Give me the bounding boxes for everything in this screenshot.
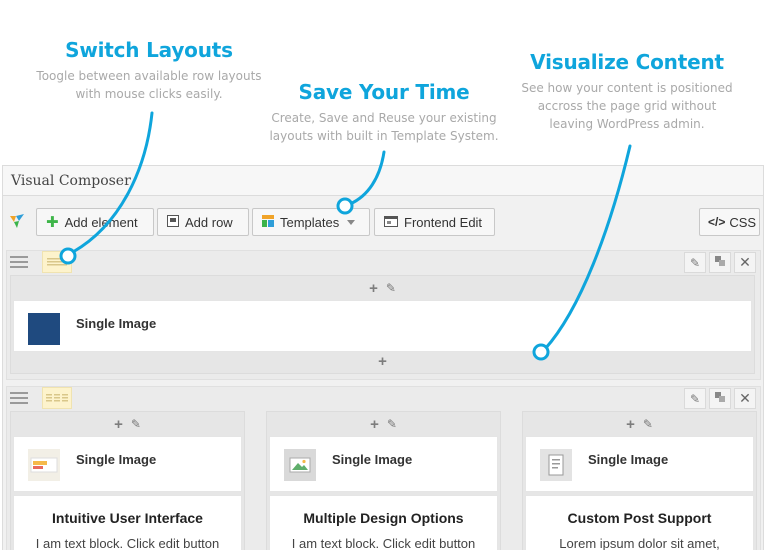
drag-handle-icon[interactable] [10, 392, 28, 406]
image-thumbnail [540, 449, 572, 481]
vc-logo-icon [10, 214, 24, 228]
callout-description: Create, Save and Reuse your existing lay… [262, 109, 506, 145]
row-controls-left [7, 387, 77, 411]
templates-button[interactable]: Templates [252, 208, 370, 236]
callout-line: layouts with built in Template System. [269, 129, 499, 143]
add-row-label: Add row [185, 214, 233, 230]
close-icon: ✕ [739, 390, 751, 406]
plus-icon[interactable]: + [626, 417, 635, 432]
content-row: ✎ ✕ + ✎ Single Image Intuitive User Inte… [6, 386, 761, 550]
clone-row-button[interactable] [709, 252, 731, 273]
plus-icon[interactable]: + [114, 417, 123, 432]
plus-icon[interactable]: + [370, 417, 379, 432]
image-thumbnail [28, 449, 60, 481]
row-layout-icon[interactable] [42, 251, 72, 273]
frontend-edit-label: Frontend Edit [404, 214, 483, 230]
column-controls: + ✎ [523, 412, 756, 436]
text-block-body: I am text block. Click edit button [35, 536, 220, 550]
image-thumbnail [284, 449, 316, 481]
column: + ✎ Single Image Multiple Design Options… [266, 411, 501, 550]
row-controls-right: ✎ ✕ [684, 388, 756, 410]
frontend-edit-button[interactable]: Frontend Edit [374, 208, 495, 236]
single-image-element[interactable]: Single Image [525, 436, 754, 492]
text-block-title: Custom Post Support [567, 510, 712, 526]
edit-row-button[interactable]: ✎ [684, 252, 706, 273]
single-image-element[interactable]: Single Image [269, 436, 498, 492]
plus-icon[interactable]: + [369, 281, 378, 296]
callout-title: Switch Layouts [65, 38, 233, 62]
callout-title: Save Your Time [298, 80, 470, 104]
frontend-edit-icon [384, 215, 398, 230]
callout-description: Toogle between available row layouts wit… [34, 67, 264, 103]
column-controls: + ✎ [267, 412, 500, 436]
callout-description: See how your content is positioned accro… [512, 79, 742, 133]
plus-icon[interactable]: + [378, 354, 387, 369]
element-title: Single Image [588, 452, 669, 467]
drag-handle-icon[interactable] [10, 256, 28, 270]
toolbar: ✚ Add element Add row Templates Frontend… [3, 207, 763, 239]
row-controls-right: ✎ ✕ [684, 252, 756, 274]
pencil-icon[interactable]: ✎ [386, 281, 396, 295]
text-block-element[interactable]: Custom Post Support Lorem ipsum dolor si… [525, 495, 754, 550]
callout-line: See how your content is positioned [521, 81, 733, 95]
templates-label: Templates [280, 214, 340, 230]
chevron-down-icon [347, 219, 356, 225]
panel-title: Visual Composer [3, 166, 763, 196]
close-icon: ✕ [739, 254, 751, 270]
text-block-title: Intuitive User Interface [52, 510, 203, 526]
callout-line: leaving WordPress admin. [549, 117, 705, 131]
text-block-body: I am text block. Click edit button [291, 536, 476, 550]
callout-line: accross the page grid without [537, 99, 717, 113]
column-controls: + ✎ [11, 276, 754, 300]
element-title: Single Image [332, 452, 413, 467]
column: + ✎ Single Image Intuitive User Interfac… [10, 411, 245, 550]
plus-icon: ✚ [46, 214, 59, 231]
callout-switch-layouts: Switch Layouts Toogle between available … [34, 38, 264, 103]
clone-icon [714, 254, 726, 272]
image-thumbnail [28, 313, 60, 345]
text-block-element[interactable]: Multiple Design Options I am text block.… [269, 495, 498, 550]
edit-row-button[interactable]: ✎ [684, 388, 706, 409]
delete-row-button[interactable]: ✕ [734, 252, 756, 273]
clone-row-button[interactable] [709, 388, 731, 409]
single-image-element[interactable]: Single Image [13, 436, 242, 492]
callout-line: Create, Save and Reuse your existing [271, 111, 497, 125]
row-layout-icon[interactable] [42, 387, 72, 409]
text-block-body: Lorem ipsum dolor sit amet, [559, 536, 720, 550]
delete-row-button[interactable]: ✕ [734, 388, 756, 409]
pencil-icon[interactable]: ✎ [643, 417, 653, 431]
callout-title: Visualize Content [530, 50, 724, 74]
row-controls-left [7, 251, 77, 275]
visual-composer-panel: Visual Composer ✚ Add element Add row Te… [2, 165, 764, 550]
column: + ✎ Single Image + [10, 275, 755, 374]
pencil-icon[interactable]: ✎ [387, 417, 397, 431]
text-block-title: Multiple Design Options [303, 510, 464, 526]
callout-save-time: Save Your Time Create, Save and Reuse yo… [262, 80, 506, 145]
pencil-icon: ✎ [689, 391, 701, 406]
callout-visualize-content: Visualize Content See how your content i… [512, 50, 742, 133]
css-button[interactable]: </> CSS [699, 208, 760, 236]
column-add: + [11, 349, 754, 373]
clone-icon [714, 390, 726, 408]
pencil-icon: ✎ [689, 255, 701, 270]
css-label: CSS [729, 214, 757, 230]
text-block-element[interactable]: Intuitive User Interface I am text block… [13, 495, 242, 550]
element-title: Single Image [76, 452, 157, 467]
callout-line: Toogle between available row layouts [36, 69, 262, 83]
pencil-icon[interactable]: ✎ [131, 417, 141, 431]
templates-icon [262, 214, 274, 230]
add-element-button[interactable]: ✚ Add element [36, 208, 154, 236]
single-image-element[interactable]: Single Image [13, 300, 752, 352]
add-element-label: Add element [64, 214, 138, 230]
add-row-button[interactable]: Add row [157, 208, 249, 236]
column-controls: + ✎ [11, 412, 244, 436]
callout-line: with mouse clicks easily. [75, 87, 223, 101]
column: + ✎ Single Image Custom Post Support Lor… [522, 411, 757, 550]
row-icon [167, 214, 179, 230]
code-icon: </> [708, 215, 726, 229]
element-title: Single Image [76, 316, 157, 331]
content-row: ✎ ✕ + ✎ Single Image + [6, 250, 761, 380]
